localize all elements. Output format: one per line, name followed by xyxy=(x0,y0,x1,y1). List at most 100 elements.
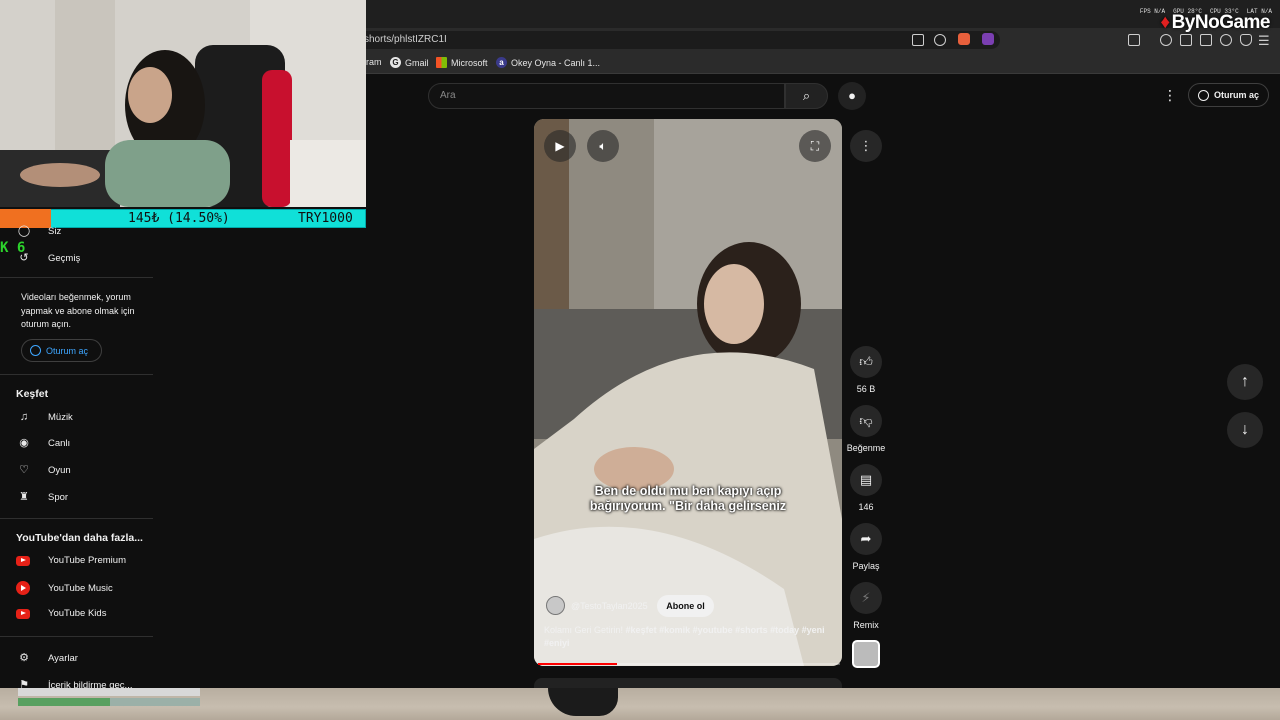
remix-icon: ⚡︎ xyxy=(850,582,882,614)
channel-link[interactable]: @TestoTaylan2025 xyxy=(546,596,648,615)
next-short-preview xyxy=(534,678,842,688)
sidebar-item-label: Canlı xyxy=(48,437,71,449)
signin-button[interactable]: Oturum aç xyxy=(1188,83,1269,107)
donation-amount: 145₺ (14.50%) xyxy=(128,211,230,226)
browser-menu-icon[interactable]: ☰ xyxy=(1258,33,1270,49)
sidebar-item-premium[interactable]: YouTube Premium xyxy=(16,555,126,566)
sidebar-divider xyxy=(0,518,153,519)
sidebar-item-gaming[interactable]: ♡ Oyun xyxy=(16,462,71,478)
url-text: shorts/phlstIZRC1I xyxy=(364,34,447,45)
sidebar-item-label: YouTube Music xyxy=(48,582,113,594)
previous-short-button[interactable]: ↑ xyxy=(1227,364,1263,400)
wallet-icon[interactable] xyxy=(1200,34,1212,46)
subscribe-button[interactable]: Abone ol xyxy=(657,595,714,617)
signin-label: Oturum aç xyxy=(46,345,89,356)
video-description[interactable]: Kolamı Geri Getirin! #keşfet #komik #you… xyxy=(544,624,834,650)
dislike-button[interactable]: 👎︎ Beğenme xyxy=(846,405,886,453)
share-label: Paylaş xyxy=(852,561,880,571)
more-vert-icon: ⋮ xyxy=(859,138,873,153)
fullscreen-button[interactable]: ⛶ xyxy=(799,130,831,162)
sidebar-signin-button[interactable]: Oturum aç xyxy=(21,339,102,362)
bookmark-microsoft[interactable]: Microsoft xyxy=(436,57,488,68)
thumbs-down-icon: 👎︎ xyxy=(850,405,882,437)
sidebar-item-live[interactable]: ◉ Canlı xyxy=(16,435,70,451)
channel-name: @TestoTaylan2025 xyxy=(571,600,648,611)
video-progress-fill xyxy=(538,663,617,665)
brave-rewards-icon[interactable] xyxy=(982,33,994,45)
arrow-up-icon: ↑ xyxy=(1241,373,1249,390)
search-button[interactable]: ⌕ xyxy=(785,83,828,109)
brand-logo: ♦ ByNoGame xyxy=(1160,12,1270,34)
volume-icon: 🔈︎ xyxy=(599,139,607,153)
webcam-feed xyxy=(0,0,366,207)
video-scene xyxy=(534,119,842,666)
bookmark-okey[interactable]: a Okey Oyna - Canlı 1... xyxy=(496,57,600,68)
stream-hud-bar xyxy=(18,688,200,696)
like-button[interactable]: 👍︎ 56 B xyxy=(846,346,886,394)
more-from-youtube-heading: YouTube'dan daha fazla... xyxy=(16,532,143,544)
microphone-icon: ● xyxy=(848,88,856,103)
sidebar-item-settings[interactable]: ⚙ Ayarlar xyxy=(16,650,78,666)
sidebar-item-label: Geçmiş xyxy=(48,252,81,264)
brave-shield-icon[interactable] xyxy=(958,33,970,45)
youtube-music-icon xyxy=(16,581,30,595)
comments-button[interactable]: ▤ 146 xyxy=(846,464,886,512)
search-placeholder: Ara xyxy=(440,90,456,101)
user-circle-icon: ◯ xyxy=(17,225,31,237)
trophy-icon: ♜ xyxy=(19,491,29,503)
okey-icon: a xyxy=(496,57,507,68)
reading-list-icon[interactable] xyxy=(1180,34,1192,46)
ai-assistant-icon[interactable] xyxy=(1220,34,1232,46)
share-page-icon[interactable] xyxy=(934,34,946,46)
youtube-kids-icon xyxy=(16,608,30,619)
comment-icon: ▤ xyxy=(850,464,882,496)
signin-label: Oturum aç xyxy=(1214,90,1260,100)
google-icon: G xyxy=(390,57,401,68)
next-short-button[interactable]: ↓ xyxy=(1227,412,1263,448)
search-input[interactable]: Ara xyxy=(428,83,785,109)
sidebar-item-you[interactable]: ◯ Siz xyxy=(16,223,61,239)
more-actions-button[interactable]: ⋮ xyxy=(850,130,882,162)
flame-icon: ♦ xyxy=(1160,12,1170,33)
bookmark-gmail[interactable]: G Gmail xyxy=(390,57,429,68)
user-icon xyxy=(30,345,41,356)
cast-icon[interactable] xyxy=(912,34,924,46)
sound-source-thumbnail[interactable] xyxy=(852,640,880,668)
sidebar-toggle-icon[interactable] xyxy=(1128,34,1140,46)
settings-menu-button[interactable]: ⋮ xyxy=(1162,87,1178,103)
bookmark-instagram[interactable]: ram xyxy=(366,57,382,67)
play-button[interactable]: ▶ xyxy=(544,130,576,162)
remix-button[interactable]: ⚡︎ Remix xyxy=(846,582,886,630)
dislike-label: Beğenme xyxy=(846,443,886,453)
sidebar-item-label: YouTube Premium xyxy=(48,555,126,566)
bookmark-label: ram xyxy=(366,57,382,67)
sidebar-item-music[interactable]: ♫ Müzik xyxy=(16,409,73,425)
mute-button[interactable]: 🔈︎ xyxy=(587,130,619,162)
sidebar-item-kids[interactable]: YouTube Kids xyxy=(16,608,106,619)
fps-label: FPS xyxy=(1139,8,1151,15)
media-music-icon[interactable] xyxy=(1160,34,1172,46)
play-icon: ▶ xyxy=(555,139,565,153)
subtitle-line: Ben de oldu mu ben kapıyı açıp xyxy=(594,484,782,498)
voice-search-button[interactable]: ● xyxy=(838,82,866,110)
shorts-player[interactable]: ▶ 🔈︎ ⛶ xyxy=(534,119,842,666)
like-count: 56 B xyxy=(856,384,876,394)
sidebar-item-label: Oyun xyxy=(48,464,71,476)
stream-hud-fill xyxy=(18,698,110,706)
sidebar-item-history[interactable]: ↺ Geçmiş xyxy=(16,250,80,266)
sidebar-item-sports[interactable]: ♜ Spor xyxy=(16,489,68,505)
donation-target: TRY1000 xyxy=(298,211,353,226)
avatar xyxy=(546,596,565,615)
sidebar-item-label: YouTube Kids xyxy=(48,608,107,619)
sidebar-divider xyxy=(0,277,153,278)
address-bar[interactable]: shorts/phlstIZRC1I xyxy=(330,31,1000,49)
search-icon: ⌕ xyxy=(802,88,811,103)
share-arrow-icon: ➦ xyxy=(850,523,882,555)
vpn-shield-icon[interactable] xyxy=(1240,34,1252,46)
youtube-premium-icon xyxy=(16,555,30,566)
sidebar-item-music-app[interactable]: YouTube Music xyxy=(16,581,113,595)
sidebar-item-label: Spor xyxy=(48,491,69,503)
signin-prompt-text: Videoları beğenmek, yorum yapmak ve abon… xyxy=(21,292,135,329)
comment-count: 146 xyxy=(858,502,874,512)
share-button[interactable]: ➦ Paylaş xyxy=(846,523,886,571)
